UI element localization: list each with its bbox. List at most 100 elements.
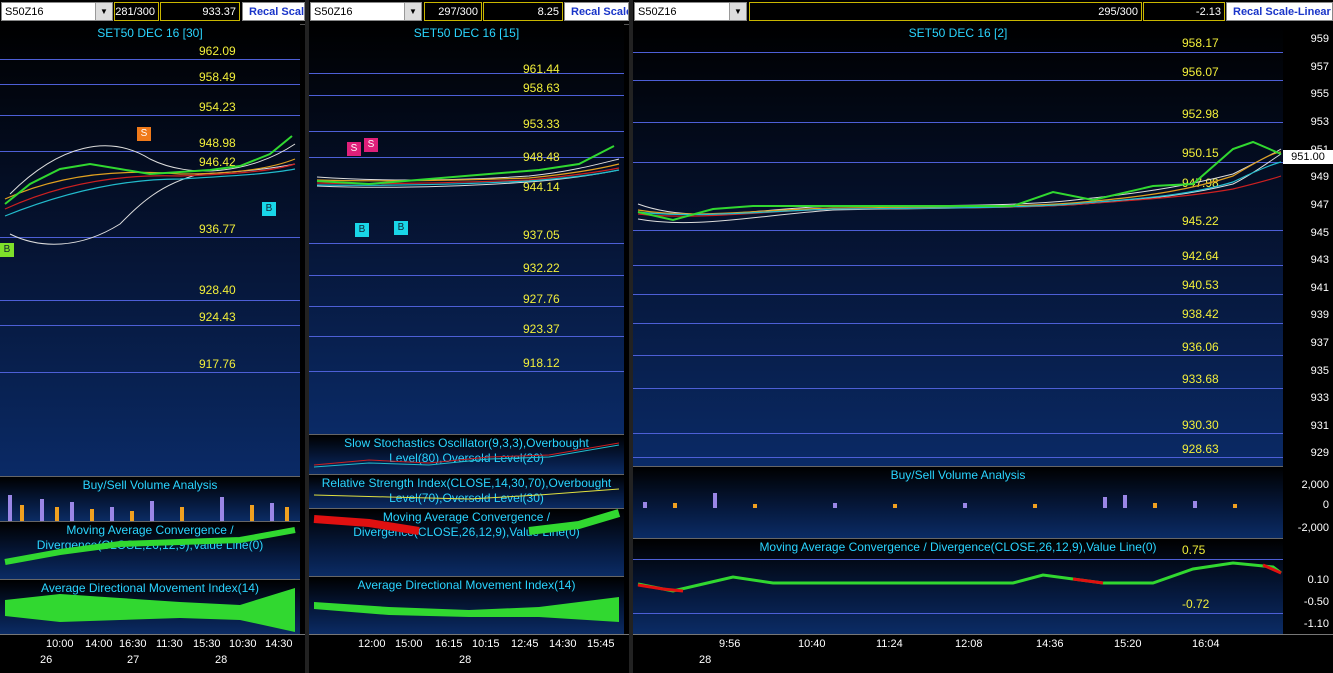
volume-subchart[interactable]: Buy/Sell Volume Analysis <box>633 466 1283 539</box>
price-chart[interactable]: SET50 DEC 16 [15] 961.44 958.63 953.33 9… <box>309 24 624 434</box>
stochastic-subchart[interactable]: Slow Stochastics Oscillator(9,3,3),Overb… <box>309 434 624 475</box>
volume-subchart[interactable]: Buy/Sell Volume Analysis <box>0 476 300 522</box>
chart-panel-2: S50Z16 ▼ 297/300 8.25 Recal Scale SET50 … <box>309 0 629 673</box>
volume-bars <box>8 495 289 522</box>
symbol-select[interactable]: S50Z16 ▼ <box>1 2 113 21</box>
date-tick: 28 <box>699 654 712 666</box>
time-tick: 16:30 <box>119 638 147 650</box>
price-lines <box>4 135 296 245</box>
time-tick: 14:30 <box>265 638 293 650</box>
macd-subchart[interactable]: Moving Average Convergence / Divergence(… <box>633 538 1283 635</box>
buy-signal-marker[interactable]: B <box>355 223 369 237</box>
recal-scale-button[interactable]: Recal Scale <box>564 2 629 21</box>
time-tick: 15:45 <box>587 638 615 650</box>
chart-panel-1: S50Z16 ▼ 281/300 933.37 Recal Scale SET5… <box>0 0 305 673</box>
volume-scale[interactable]: 2,000 0 -2,000 <box>1283 466 1333 538</box>
time-tick: 10:30 <box>229 638 257 650</box>
last-price-tag: 951.00 <box>1283 150 1333 164</box>
stochastic-lines <box>313 442 620 468</box>
volume-scale-tick: -2,000 <box>1297 522 1329 534</box>
price-scale-tick: 949 <box>1310 171 1329 183</box>
time-tick: 14:30 <box>549 638 577 650</box>
macd-scale[interactable]: 0.10 -0.50 -1.10 <box>1283 538 1333 634</box>
time-tick: 15:30 <box>193 638 221 650</box>
time-tick: 15:20 <box>1114 638 1142 650</box>
price-scale-tick: 939 <box>1310 309 1329 321</box>
time-tick: 9:56 <box>719 638 741 650</box>
panel-3-toolbar: S50Z16 ▼ 295/300 -2.13 Recal Scale-Linea… <box>633 0 1333 25</box>
symbol-select[interactable]: S50Z16 ▼ <box>634 2 747 21</box>
change-value: -2.13 <box>1143 2 1225 21</box>
macd-histogram <box>4 527 296 565</box>
time-tick: 14:00 <box>85 638 113 650</box>
macd-scale-tick: -0.50 <box>1303 596 1329 608</box>
macd-scale-tick: -1.10 <box>1303 618 1329 630</box>
sell-signal-marker[interactable]: S <box>347 142 361 156</box>
adx-area <box>5 588 295 632</box>
symbol-value: S50Z16 <box>5 6 44 18</box>
price-chart[interactable]: SET50 DEC 16 [30] 962.09 958.49 954.23 9… <box>0 24 300 476</box>
time-tick: 10:00 <box>46 638 74 650</box>
date-tick: 28 <box>459 654 472 666</box>
volume-scale-tick: 0 <box>1322 499 1329 511</box>
date-tick: 27 <box>127 654 140 666</box>
time-tick: 11:24 <box>876 638 903 650</box>
price-scale-tick: 937 <box>1310 337 1329 349</box>
adx-area <box>314 597 619 622</box>
price-lines <box>637 140 1282 224</box>
time-tick: 12:08 <box>955 638 983 650</box>
time-axis: 9:56 10:40 11:24 12:08 14:36 15:20 16:04… <box>633 634 1333 673</box>
price-scale-tick: 935 <box>1310 365 1329 377</box>
chevron-down-icon[interactable]: ▼ <box>95 3 112 20</box>
change-value: 933.37 <box>160 2 240 21</box>
date-tick: 28 <box>215 654 228 666</box>
bar-count: 281/300 <box>114 2 159 21</box>
change-value: 8.25 <box>483 2 563 21</box>
price-scale-tick: 953 <box>1310 116 1329 128</box>
rsi-subchart[interactable]: Relative Strength Index(CLOSE,14,30,70),… <box>309 474 624 509</box>
time-tick: 12:00 <box>358 638 386 650</box>
symbol-select[interactable]: S50Z16 ▼ <box>310 2 422 21</box>
time-axis: 12:00 15:00 16:15 10:15 12:45 14:30 15:4… <box>309 634 629 673</box>
buy-signal-marker[interactable]: B <box>394 221 408 235</box>
bar-count: 297/300 <box>424 2 482 21</box>
rsi-line <box>313 488 620 500</box>
price-scale[interactable]: 959 957 955 953 951 949 947 945 943 941 … <box>1283 24 1333 466</box>
symbol-value: S50Z16 <box>638 6 677 18</box>
time-tick: 15:00 <box>395 638 423 650</box>
panel-1-toolbar: S50Z16 ▼ 281/300 933.37 Recal Scale <box>0 0 305 25</box>
time-tick: 14:36 <box>1036 638 1064 650</box>
price-scale-tick: 959 <box>1310 33 1329 45</box>
recal-scale-button[interactable]: Recal Scale <box>242 2 305 21</box>
volume-scale-tick: 2,000 <box>1301 479 1329 491</box>
sell-signal-marker[interactable]: S <box>364 138 378 152</box>
buy-signal-marker[interactable]: B <box>262 202 276 216</box>
time-tick: 12:45 <box>511 638 539 650</box>
time-tick: 10:15 <box>472 638 500 650</box>
chevron-down-icon[interactable]: ▼ <box>729 3 746 20</box>
date-tick: 26 <box>40 654 53 666</box>
price-scale-tick: 945 <box>1310 227 1329 239</box>
time-tick: 11:30 <box>156 638 183 650</box>
buy-signal-marker[interactable]: B <box>0 243 14 257</box>
bar-count: 295/300 <box>749 2 1142 21</box>
price-scale-tick: 943 <box>1310 254 1329 266</box>
chart-panel-3: S50Z16 ▼ 295/300 -2.13 Recal Scale-Linea… <box>633 0 1333 673</box>
sell-signal-marker[interactable]: S <box>137 127 151 141</box>
recal-scale-button[interactable]: Recal Scale-Linear <box>1226 2 1333 21</box>
price-scale-tick: 931 <box>1310 420 1329 432</box>
time-axis: 10:00 14:00 16:30 11:30 15:30 10:30 14:3… <box>0 634 305 673</box>
price-scale-tick: 955 <box>1310 88 1329 100</box>
chevron-down-icon[interactable]: ▼ <box>404 3 421 20</box>
price-scale-tick: 941 <box>1310 282 1329 294</box>
price-scale-tick: 947 <box>1310 199 1329 211</box>
price-scale-tick: 929 <box>1310 447 1329 459</box>
macd-subchart[interactable]: Moving Average Convergence / Divergence(… <box>309 508 624 577</box>
time-tick: 16:04 <box>1192 638 1220 650</box>
time-tick: 10:40 <box>798 638 826 650</box>
panel-2-toolbar: S50Z16 ▼ 297/300 8.25 Recal Scale <box>309 0 629 25</box>
macd-subchart[interactable]: Moving Average Convergence / Divergence(… <box>0 521 300 580</box>
adx-subchart[interactable]: Average Directional Movement Index(14) <box>0 579 300 635</box>
adx-subchart[interactable]: Average Directional Movement Index(14) <box>309 576 624 635</box>
price-chart[interactable]: SET50 DEC 16 [2] 958.17 956.07 952.98 95… <box>633 24 1283 466</box>
